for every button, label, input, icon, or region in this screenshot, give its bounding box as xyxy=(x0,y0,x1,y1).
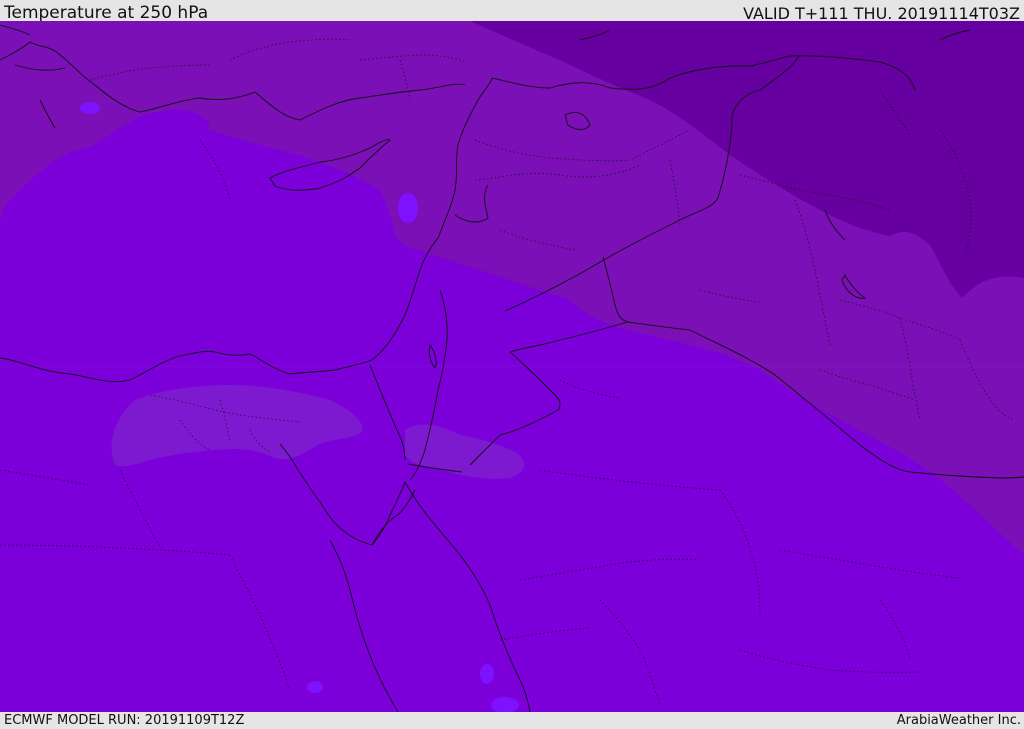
footer-bar: ECMWF MODEL RUN: 20191109T12Z ArabiaWeat… xyxy=(0,712,1024,729)
weather-map[interactable] xyxy=(0,21,1024,712)
header-bar: Temperature at 250 hPa VALID T+111 THU. … xyxy=(0,0,1024,23)
model-run: ECMWF MODEL RUN: 20191109T12Z xyxy=(4,713,245,728)
warm-blob-4 xyxy=(80,102,100,114)
credit-label: ArabiaWeather Inc. xyxy=(896,713,1021,728)
warm-blob-1 xyxy=(480,664,494,684)
map-canvas xyxy=(0,21,1024,712)
warm-blob-5 xyxy=(398,193,418,223)
warm-blob-2 xyxy=(307,681,323,693)
